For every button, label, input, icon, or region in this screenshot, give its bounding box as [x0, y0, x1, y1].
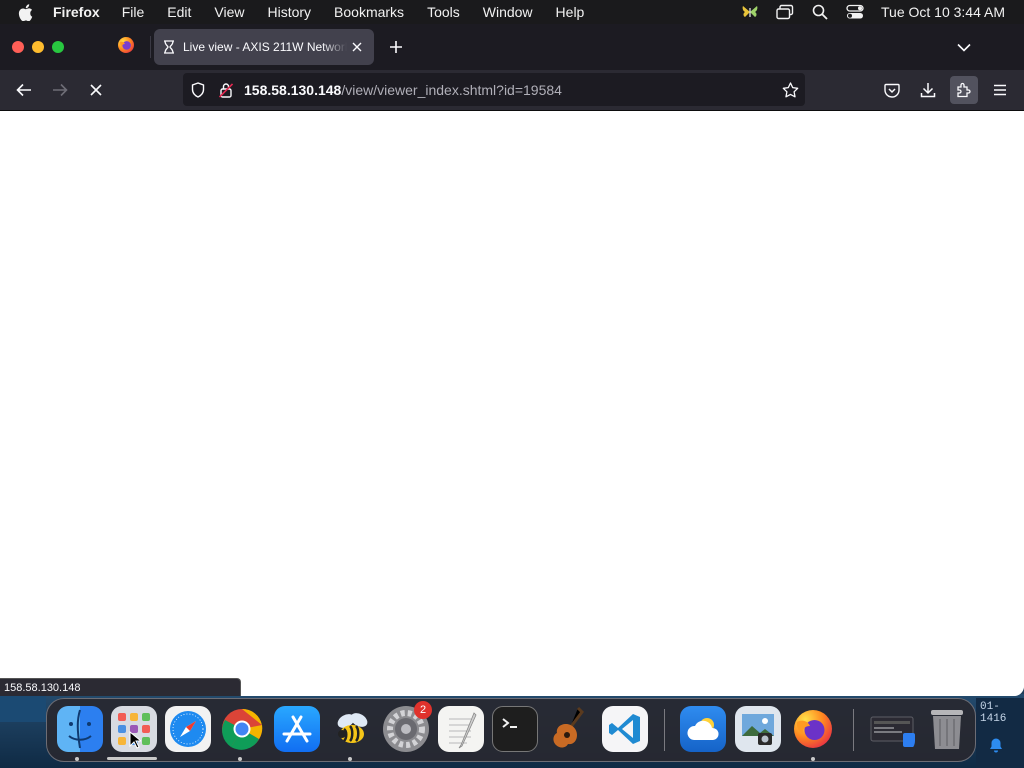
window-zoom-button[interactable]	[52, 41, 64, 53]
textedit-icon[interactable]	[438, 706, 484, 752]
plus-icon[interactable]	[386, 37, 406, 57]
menu-bar-clock[interactable]: Tue Oct 10 3:44 AM	[881, 4, 1005, 20]
spotlight-search-icon[interactable]	[811, 3, 829, 21]
url-text: 158.58.130.148/view/viewer_index.shtml?i…	[244, 82, 562, 98]
star-icon[interactable]	[781, 81, 799, 99]
launchpad-hover-indicator	[107, 757, 157, 760]
pinned-tab-firefox[interactable]	[104, 30, 148, 64]
preview-icon[interactable]	[735, 706, 781, 752]
menu-bookmarks[interactable]: Bookmarks	[334, 0, 404, 24]
tab-live-view[interactable]: Live view - AXIS 211W Network Camera	[154, 29, 374, 65]
running-indicator	[811, 757, 815, 761]
menu-app-firefox[interactable]: Firefox	[53, 0, 100, 24]
shield-icon[interactable]	[191, 81, 207, 98]
bee-icon[interactable]	[329, 706, 375, 752]
status-link-tooltip: 158.58.130.148	[0, 678, 241, 696]
finder-icon[interactable]	[57, 706, 103, 752]
weather-icon[interactable]	[680, 706, 726, 752]
chrome-icon[interactable]	[219, 706, 265, 752]
hourglass-icon	[163, 40, 177, 54]
running-indicator	[348, 757, 352, 761]
menu-edit[interactable]: Edit	[167, 0, 191, 24]
forward-arrow-icon[interactable]	[46, 76, 74, 104]
window-close-button[interactable]	[12, 41, 24, 53]
tab-title: Live view - AXIS 211W Network Camera	[183, 40, 347, 54]
dock-separator	[853, 709, 854, 751]
butterfly-icon[interactable]	[741, 3, 759, 21]
page-content[interactable]	[0, 111, 1024, 696]
dock-separator	[664, 709, 665, 751]
window-thumbnail-icon[interactable]	[869, 706, 915, 752]
terminal-icon[interactable]	[492, 706, 538, 752]
pocket-icon[interactable]	[878, 76, 906, 104]
url-bar[interactable]: 158.58.130.148/view/viewer_index.shtml?i…	[183, 73, 805, 106]
menu-tools[interactable]: Tools	[427, 0, 460, 24]
menu-help[interactable]: Help	[556, 0, 585, 24]
tab-bar: Live view - AXIS 211W Network Camera	[0, 24, 1024, 70]
desktop-window-edge	[0, 696, 46, 722]
safari-icon[interactable]	[165, 706, 211, 752]
screen-mirroring-icon[interactable]	[776, 3, 794, 21]
firefox-icon[interactable]	[790, 706, 836, 752]
menu-bar-status-area: Tue Oct 10 3:44 AM	[741, 0, 1024, 24]
download-icon[interactable]	[914, 76, 942, 104]
running-indicator	[75, 757, 79, 761]
vscode-icon[interactable]	[602, 706, 648, 752]
control-center-icon[interactable]	[846, 3, 864, 21]
macos-dock	[46, 698, 976, 762]
app-store-icon[interactable]	[274, 706, 320, 752]
insecure-lock-icon[interactable]	[219, 82, 235, 98]
navigation-toolbar: 158.58.130.148/view/viewer_index.shtml?i…	[0, 70, 1024, 111]
close-icon[interactable]	[349, 39, 365, 55]
url-path: /view/viewer_index.shtml?id=19584	[341, 81, 562, 98]
menu-window[interactable]: Window	[483, 0, 533, 24]
desktop-background-text: 01-1416	[980, 701, 1007, 725]
hamburger-menu-icon[interactable]	[986, 76, 1014, 104]
chevron-down-icon[interactable]	[954, 37, 974, 57]
menu-file[interactable]: File	[122, 0, 145, 24]
notification-badge: 2	[414, 701, 432, 719]
tab-separator	[150, 36, 151, 58]
apple-icon[interactable]	[18, 3, 34, 21]
macos-menu-bar: Firefox File Edit View History Bookmarks…	[0, 0, 1024, 24]
menu-view[interactable]: View	[214, 0, 244, 24]
firefox-icon	[117, 36, 135, 59]
url-host: 158.58.130.148	[244, 81, 342, 98]
bell-icon[interactable]	[988, 737, 1004, 753]
back-arrow-icon[interactable]	[10, 76, 38, 104]
menu-history[interactable]: History	[267, 0, 311, 24]
running-indicator	[238, 757, 242, 761]
trash-icon[interactable]	[924, 706, 970, 752]
window-minimize-button[interactable]	[32, 41, 44, 53]
extensions-icon[interactable]	[950, 76, 978, 104]
firefox-window: Live view - AXIS 211W Network Camera	[0, 24, 1024, 696]
guitar-icon[interactable]	[547, 706, 593, 752]
mouse-cursor	[129, 731, 141, 749]
stop-icon[interactable]	[82, 76, 110, 104]
